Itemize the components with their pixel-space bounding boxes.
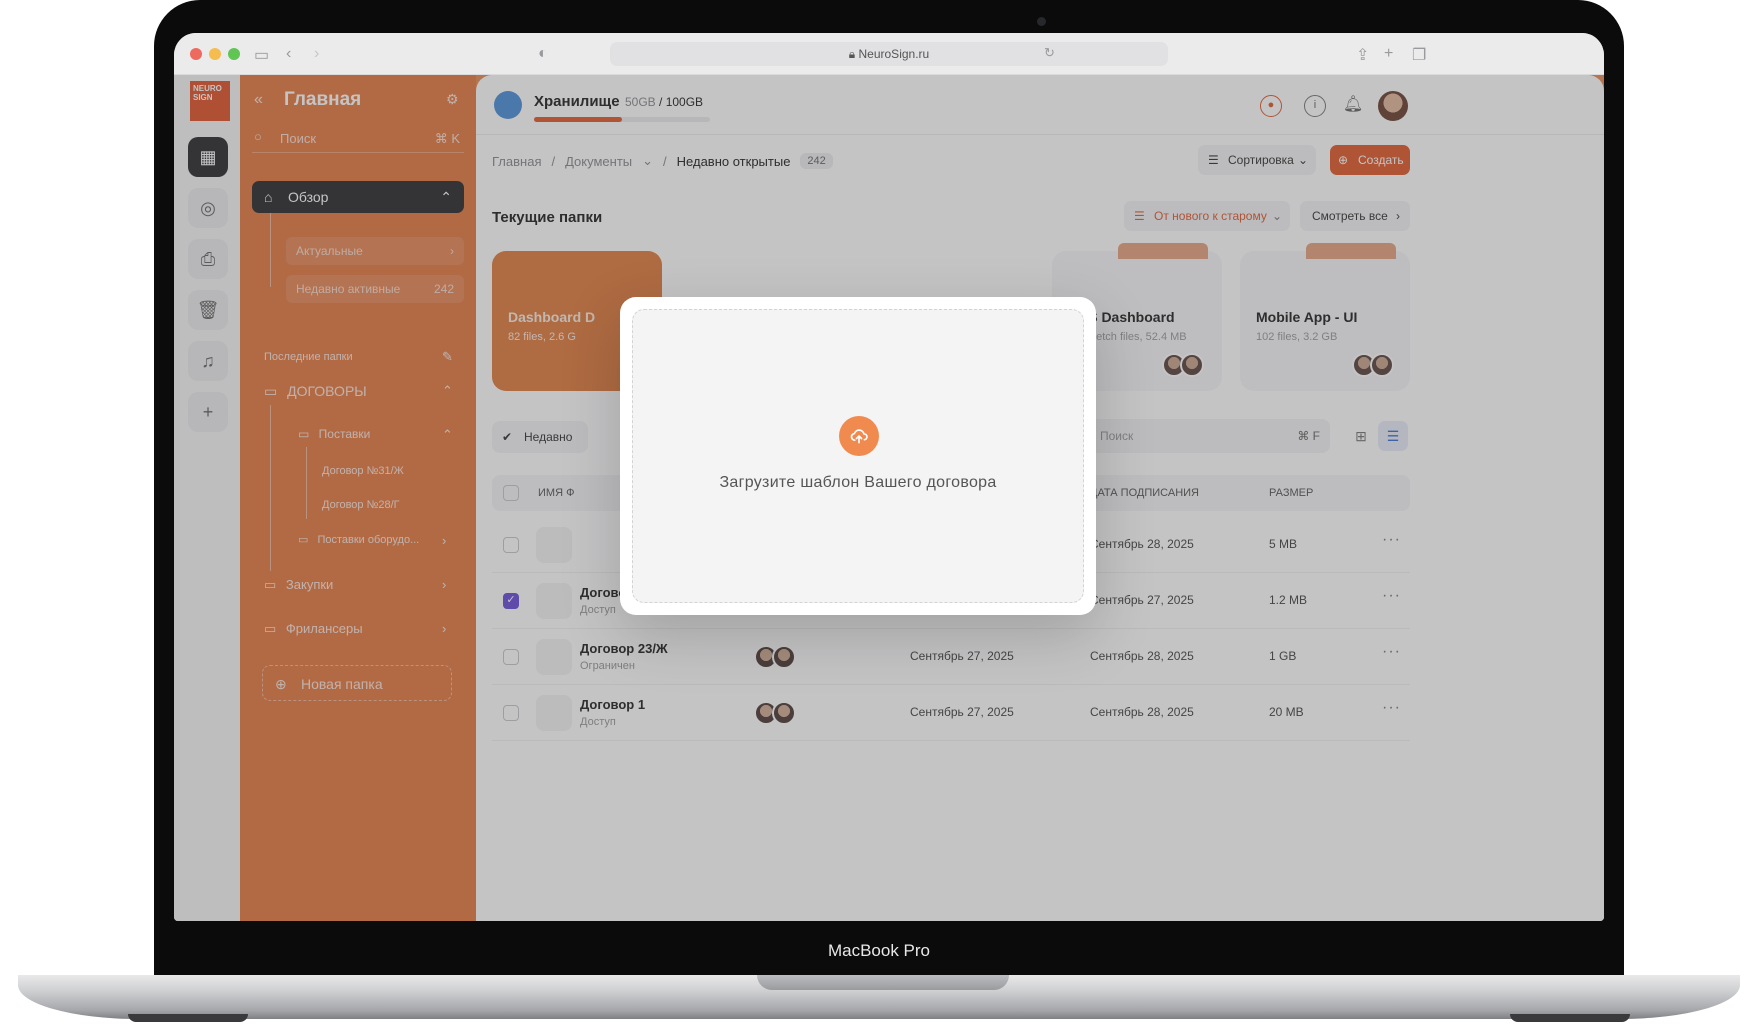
url-text: NeuroSign.ru bbox=[858, 47, 930, 61]
upload-modal: Загрузите шаблон Вашего договора bbox=[620, 297, 1096, 615]
device-label: MacBook Pro bbox=[827, 941, 931, 960]
screen: ▭ ‹ › ◐ 🔒︎ NeuroSign.ru ↻ ⇪ + ❐ NEURO SI… bbox=[174, 33, 1604, 921]
forward-icon[interactable]: › bbox=[314, 45, 319, 63]
camera bbox=[1037, 17, 1046, 26]
reload-icon[interactable]: ↻ bbox=[1044, 45, 1055, 61]
laptop-notch bbox=[757, 975, 1009, 990]
maximize-window-button[interactable] bbox=[228, 48, 240, 60]
upload-cloud-icon[interactable] bbox=[839, 416, 879, 456]
shield-icon[interactable]: ◐ bbox=[538, 45, 548, 63]
back-icon[interactable]: ‹ bbox=[286, 45, 291, 63]
sidebar-toggle-icon[interactable]: ▭ bbox=[254, 45, 269, 65]
laptop-foot bbox=[1510, 1014, 1630, 1022]
minimize-window-button[interactable] bbox=[209, 48, 221, 60]
upload-instruction: Загрузите шаблон Вашего договора bbox=[719, 474, 997, 491]
lock-icon: 🔒︎ bbox=[848, 47, 859, 61]
upload-dropzone[interactable]: Загрузите шаблон Вашего договора bbox=[632, 309, 1084, 603]
tabs-overview-icon[interactable]: ❐ bbox=[1412, 45, 1426, 65]
close-window-button[interactable] bbox=[190, 48, 202, 60]
share-icon[interactable]: ⇪ bbox=[1356, 45, 1369, 65]
laptop-foot bbox=[128, 1014, 248, 1022]
address-bar[interactable]: 🔒︎ NeuroSign.ru bbox=[610, 42, 1168, 66]
browser-chrome: ▭ ‹ › ◐ 🔒︎ NeuroSign.ru ↻ ⇪ + ❐ bbox=[174, 33, 1604, 75]
new-tab-icon[interactable]: + bbox=[1384, 45, 1393, 63]
